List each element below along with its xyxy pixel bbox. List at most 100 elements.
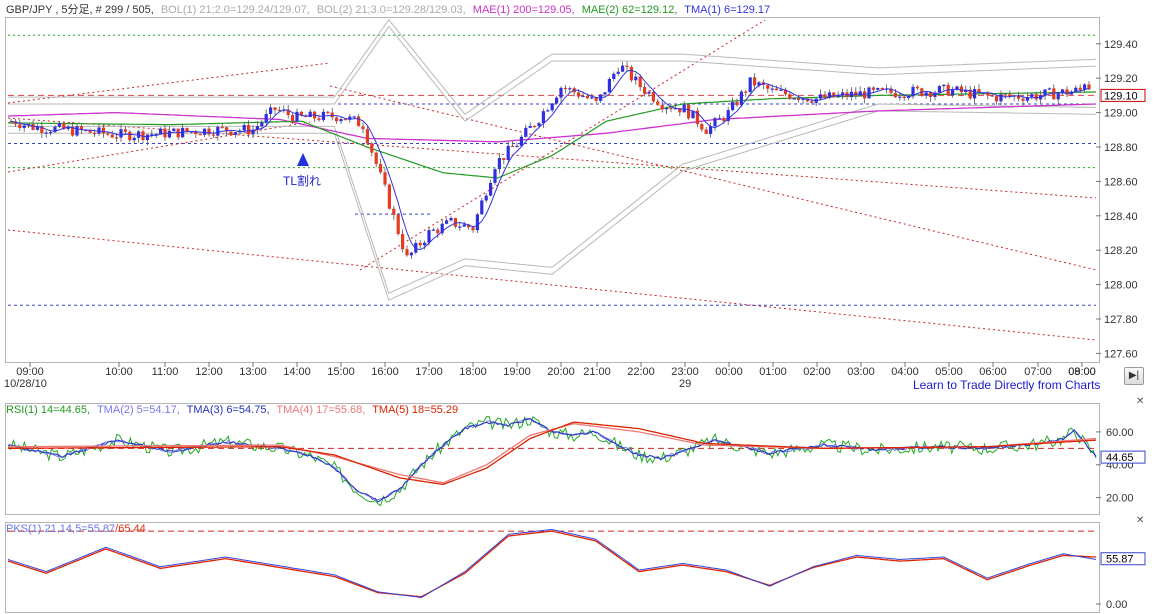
candle-up (308, 111, 312, 118)
candle-up (203, 128, 207, 135)
candle-up (167, 130, 171, 138)
x-tick-label: 17:00 (415, 366, 443, 378)
candle-up (489, 182, 493, 196)
candle-up (634, 76, 638, 81)
price-chart-svg: 129.40 129.20 129.00 128.80 128.60 128.40 128.… (7, 18, 1146, 378)
candle-up (1047, 88, 1051, 90)
candle-down (247, 124, 251, 135)
candle-up (819, 94, 823, 99)
candle-down (387, 184, 391, 209)
candle-down (651, 91, 655, 102)
candle-down (1034, 94, 1038, 100)
candle-up (352, 116, 356, 118)
candle-up (779, 89, 783, 91)
mae2-label: MAE(2) 62=129.12, (581, 4, 678, 16)
x-tick-label: 09:00 (16, 366, 44, 378)
candle-down (418, 242, 422, 246)
candle-down (374, 152, 378, 164)
candle-down (101, 127, 105, 134)
candle-down (915, 86, 919, 89)
candle-down (1078, 87, 1082, 90)
candle-down (1003, 94, 1007, 96)
learn-to-trade-link[interactable]: Learn to Trade Directly from Charts (913, 378, 1100, 392)
x-tick-label: 14:00 (283, 366, 311, 378)
candle-down (959, 86, 963, 93)
x-tick-label: 09:00 (1068, 366, 1096, 378)
y-tick-label: 128.60 (1104, 176, 1138, 188)
tl-break-annotation: TL割れ (283, 174, 322, 188)
x-tick-label: 16:00 (371, 366, 399, 378)
tma1-label: TMA(1) 6=129.17 (684, 4, 771, 16)
candle-up (951, 89, 955, 96)
candle-down (660, 104, 664, 110)
candle-up (603, 92, 607, 95)
candle-down (863, 91, 867, 99)
candle-down (370, 143, 374, 153)
price-chart-header: GBP/JPY , 5分足, # 299 / 505, BOL(1) 21;2.… (6, 1, 774, 17)
candle-down (115, 137, 119, 139)
candle-up (973, 89, 977, 99)
candle-up (480, 200, 484, 215)
pks-pane[interactable]: ✕ 0.00 55.87 PKS(1) 21,14,5=55.87/65.44 (0, 516, 1155, 614)
y-tick-label: 129.20 (1104, 73, 1138, 85)
bol1-label: BOL(1) 21;2.0=129.24/129.07, (160, 4, 310, 16)
trend-line (359, 19, 766, 271)
y-tick-label: 128.20 (1104, 245, 1138, 257)
rsi-pane[interactable]: ✕ 60.00 40.00 20.00 44.65 RSI(1) 14=44.65, … (0, 397, 1155, 516)
candle-up (515, 145, 519, 148)
x-tick-label: 21:00 (583, 366, 611, 378)
candle-up (524, 127, 528, 137)
candle-down (744, 91, 748, 93)
candle-up (1056, 93, 1060, 100)
candle-down (31, 123, 35, 130)
candle-up (49, 132, 53, 134)
candle-down (638, 76, 642, 88)
x-tick-label: 03:00 (847, 366, 875, 378)
y-tick-label: 128.40 (1104, 211, 1138, 223)
candle-up (242, 124, 246, 131)
candle-up (731, 101, 735, 111)
price-tag-label: 129.10 (1104, 90, 1138, 102)
price-chart-pane[interactable]: 129.40 129.20 129.00 128.80 128.60 128.40 128.… (0, 0, 1155, 397)
candle-down (471, 227, 475, 231)
candle-up (497, 158, 501, 170)
candle-down (396, 214, 400, 234)
candle-up (537, 123, 541, 126)
candle-up (612, 73, 616, 79)
candle-up (145, 134, 149, 140)
x-tick-label: 15:00 (327, 366, 355, 378)
candle-down (656, 101, 660, 105)
candle-up (427, 230, 431, 243)
rsi-value-tag-label: 44.65 (1106, 452, 1134, 464)
candle-down (110, 134, 114, 138)
candle-up (942, 84, 946, 87)
rsi-label: RSI(1) 14=44.65, (6, 404, 91, 416)
candle-up (739, 91, 743, 106)
candle-down (379, 163, 383, 173)
pks-slow-label: /65.44 (115, 523, 146, 535)
candle-up (555, 97, 559, 104)
candle-down (273, 107, 277, 110)
candle-up (541, 111, 545, 124)
candle-up (159, 128, 163, 134)
candle-up (295, 111, 299, 122)
scroll-to-end-button[interactable]: ▶| (1124, 367, 1144, 385)
x-tick-label: 04:00 (891, 366, 919, 378)
candle-down (687, 104, 691, 119)
candle-up (924, 92, 928, 96)
candle-down (361, 126, 365, 130)
candle-down (766, 85, 770, 89)
candle-down (317, 118, 321, 121)
candle-up (97, 127, 101, 134)
rsi-header: RSI(1) 14=44.65, TMA(2) 5=54.17, TMA(3) … (6, 404, 462, 416)
candle-down (123, 129, 127, 132)
pks-slow-line (7, 530, 1097, 598)
candle-up (858, 91, 862, 96)
trend-line (7, 117, 1097, 199)
x-tick-label: 12:00 (195, 366, 223, 378)
x-tick-label: 05:00 (935, 366, 963, 378)
play-end-icon: ▶| (1128, 370, 1140, 381)
x-tick-label: 00:00 (715, 366, 743, 378)
candle-down (563, 87, 567, 90)
candle-down (700, 124, 704, 130)
